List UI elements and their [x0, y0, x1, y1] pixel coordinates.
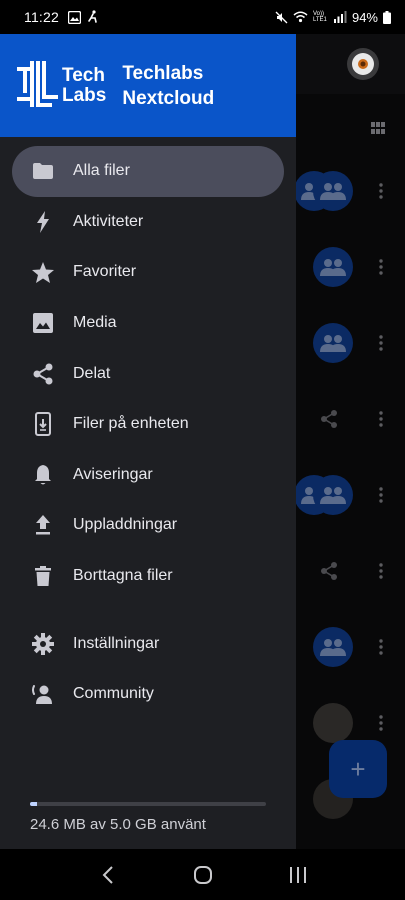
menu-item-uploads[interactable]: Uppladdningar — [12, 500, 284, 551]
nav-recents-button[interactable] — [278, 855, 318, 895]
gallery-notification-icon — [68, 10, 81, 24]
menu-item-community[interactable]: Community — [12, 669, 284, 720]
menu-item-files-on-device[interactable]: Filer på enheten — [12, 399, 284, 450]
shared-group-icon — [313, 323, 353, 363]
user-avatar[interactable] — [347, 48, 379, 80]
account-name[interactable]: Techlabs Nextcloud — [122, 61, 214, 111]
overflow-menu-icon[interactable] — [379, 335, 383, 351]
menu-item-label: Inställningar — [73, 634, 160, 652]
techlabs-logo-mark — [17, 60, 58, 107]
quota-text: 24.6 MB av 5.0 GB använt — [30, 816, 206, 833]
overflow-menu-icon[interactable] — [379, 639, 383, 655]
folder-icon — [31, 159, 55, 183]
storage-quota: 24.6 MB av 5.0 GB använt — [30, 802, 266, 833]
status-bar: 11:22 Vo)) LTE1 94% — [0, 0, 405, 34]
accessibility-notification-icon — [88, 10, 97, 23]
back-icon — [102, 865, 113, 884]
list-item[interactable] — [296, 609, 405, 685]
add-fab-button[interactable]: + — [329, 740, 387, 798]
menu-item-label: Aviseringar — [73, 465, 153, 483]
drawer-header: Tech Labs Techlabs Nextcloud — [0, 34, 296, 137]
network-label: Vo)) LTE1 — [312, 11, 327, 23]
menu-item-label: Uppladdningar — [73, 516, 178, 534]
status-time: 11:22 — [24, 9, 59, 25]
account-name-line2: Nextcloud — [122, 87, 215, 109]
menu-item-settings[interactable]: Inställningar — [12, 618, 284, 669]
logo-text-line2: Labs — [62, 84, 107, 106]
menu-item-favorites[interactable]: Favoriter — [12, 247, 284, 298]
status-notification-icons — [68, 10, 99, 24]
menu-item-label: Favoriter — [73, 263, 137, 281]
drawer-menu: Alla filer Aktiviteter Favoriter Media D… — [0, 137, 296, 720]
recents-icon — [289, 866, 306, 883]
system-navigation-bar — [0, 849, 405, 900]
menu-item-activities[interactable]: Aktiviteter — [12, 197, 284, 248]
phone-download-icon — [31, 412, 55, 437]
signal-icon — [333, 11, 347, 23]
navigation-drawer: Tech Labs Techlabs Nextcloud Alla filer — [0, 34, 296, 849]
list-item[interactable] — [296, 229, 405, 305]
quota-progress-bar — [30, 802, 266, 806]
bell-icon — [31, 463, 55, 487]
shared-group-icon — [313, 247, 353, 287]
shared-group-icon — [313, 171, 353, 211]
battery-icon — [383, 10, 391, 24]
menu-item-deleted-files[interactable]: Borttagna filer — [12, 551, 284, 602]
battery-percent: 94% — [351, 9, 378, 25]
menu-item-media[interactable]: Media — [12, 298, 284, 349]
wifi-icon — [293, 11, 308, 23]
menu-item-label: Aktiviteter — [73, 212, 144, 230]
lightning-icon — [31, 210, 55, 234]
account-name-line1: Techlabs — [122, 62, 204, 84]
list-item[interactable] — [294, 153, 405, 229]
user-photo-icon — [313, 703, 353, 743]
shared-group-icon — [313, 627, 353, 667]
share-icon — [321, 410, 337, 428]
menu-item-shared[interactable]: Delat — [12, 348, 284, 399]
mute-icon — [275, 11, 288, 23]
list-item[interactable] — [296, 305, 405, 381]
menu-item-label: Media — [73, 314, 117, 332]
community-icon — [31, 682, 55, 706]
share-icon — [321, 562, 337, 580]
upload-icon — [31, 513, 55, 537]
logo-text-line1: Tech — [62, 64, 105, 86]
overflow-menu-icon[interactable] — [379, 183, 383, 199]
overflow-menu-icon[interactable] — [379, 259, 383, 275]
list-item[interactable] — [296, 381, 405, 457]
menu-item-notifications[interactable]: Aviseringar — [12, 450, 284, 501]
overflow-menu-icon[interactable] — [379, 411, 383, 427]
image-icon — [31, 311, 55, 335]
menu-item-label: Filer på enheten — [73, 415, 189, 433]
shared-group-icon — [313, 475, 353, 515]
menu-item-label: Delat — [73, 364, 111, 382]
menu-item-label: Community — [73, 685, 154, 703]
overflow-menu-icon[interactable] — [379, 563, 383, 579]
menu-item-all-files[interactable]: Alla filer — [12, 146, 284, 197]
list-item[interactable] — [294, 457, 405, 533]
trash-icon — [31, 564, 55, 588]
techlabs-logo: Tech Labs — [16, 60, 107, 111]
star-icon — [31, 260, 55, 284]
home-icon — [193, 865, 212, 884]
quota-progress-fill — [30, 802, 38, 806]
menu-item-label: Alla filer — [73, 162, 130, 180]
list-item[interactable] — [296, 533, 405, 609]
gear-icon — [31, 632, 55, 656]
plus-icon: + — [350, 754, 366, 784]
overflow-menu-icon[interactable] — [379, 487, 383, 503]
screen: 11:22 Vo)) LTE1 94% + Tech Labs Techlabs… — [0, 0, 405, 900]
grid-view-icon[interactable] — [371, 122, 385, 134]
share-icon — [31, 362, 55, 386]
menu-item-label: Borttagna filer — [73, 567, 173, 585]
status-right: Vo)) LTE1 94% — [275, 10, 391, 25]
overflow-menu-icon[interactable] — [379, 715, 383, 731]
nav-back-button[interactable] — [88, 855, 128, 895]
bg-toolbar — [296, 34, 405, 94]
menu-divider — [0, 601, 296, 618]
nav-home-button[interactable] — [183, 855, 223, 895]
